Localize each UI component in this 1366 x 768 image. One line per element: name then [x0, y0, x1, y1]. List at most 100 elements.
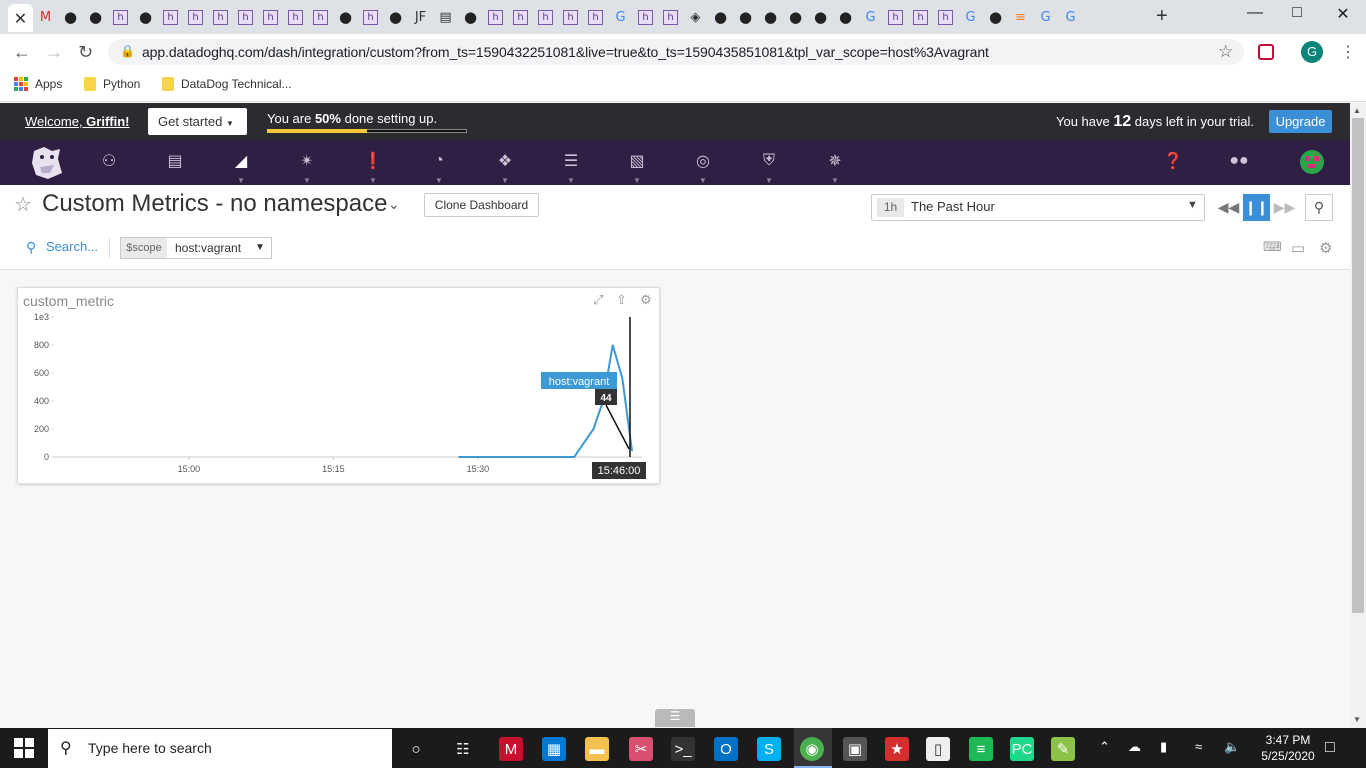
welcome-link[interactable]: Welcome, Griffin!	[25, 114, 130, 129]
tab-google-icon[interactable]: G	[608, 6, 633, 28]
get-started-button[interactable]: Get started ▼	[148, 108, 247, 135]
tv-mode-icon[interactable]: ▭	[1291, 239, 1305, 257]
tab-heroku-icon[interactable]: h	[233, 6, 258, 28]
infrastructure-icon[interactable]: ✴	[296, 150, 318, 172]
scroll-down-icon[interactable]: ▼	[1353, 715, 1361, 724]
terminal-icon[interactable]: >_	[671, 737, 695, 761]
tab-github-icon[interactable]: ●	[83, 6, 108, 28]
new-tab-icon[interactable]: +	[1156, 5, 1168, 28]
bookmark-datadog-technical[interactable]: DataDog Technical...	[162, 77, 292, 91]
pycharm-icon[interactable]: PC	[1010, 737, 1034, 761]
binoculars-icon[interactable]: ⚇	[98, 150, 120, 172]
caret-down-icon[interactable]: ▼	[1187, 199, 1198, 211]
bookmark-apps[interactable]: Apps	[14, 77, 62, 91]
mcafee-icon[interactable]: M	[499, 737, 523, 761]
tab-reader-icon[interactable]: ▤	[433, 6, 458, 28]
tab-github-icon[interactable]: ●	[808, 6, 833, 28]
help-icon[interactable]: ❓	[1162, 150, 1184, 172]
gear-icon[interactable]: ⚙	[1319, 239, 1332, 257]
scrollbar-thumb[interactable]	[1352, 118, 1364, 613]
bookmark-python[interactable]: Python	[84, 77, 140, 91]
tab-stackoverflow-icon[interactable]: ≡	[1008, 6, 1033, 28]
tab-heroku-icon[interactable]: h	[258, 6, 283, 28]
datadog-logo-icon[interactable]	[30, 143, 64, 181]
chevron-down-icon[interactable]: ⌄	[388, 196, 400, 213]
tab-github-icon[interactable]: ●	[733, 6, 758, 28]
tab-github-icon[interactable]: ●	[383, 6, 408, 28]
tab-heroku-icon[interactable]: h	[308, 6, 333, 28]
notifications-icon[interactable]: □	[1325, 739, 1335, 757]
scope-variable-value[interactable]: host:vagrant	[175, 241, 241, 255]
pause-button[interactable]: ❙❙	[1243, 194, 1270, 221]
tab-google-icon[interactable]: G	[1033, 6, 1058, 28]
tab-google-icon[interactable]: G	[858, 6, 883, 28]
team-icon[interactable]: ●●	[1228, 150, 1250, 172]
tab-heroku-icon[interactable]: h	[933, 6, 958, 28]
integrations-puzzle-icon[interactable]: ❖	[494, 150, 516, 172]
apm-gauge-icon[interactable]: ◔	[428, 150, 450, 172]
skype-icon[interactable]: S	[757, 737, 781, 761]
security-shield-icon[interactable]: ⛨	[758, 150, 780, 172]
zoom-search-icon[interactable]: ⚲	[1305, 194, 1333, 221]
timeseries-chart[interactable]: 1e3 800 600 400 200 0 15:00 15:15 15:30 host:vagr…	[17, 310, 660, 484]
tab-github-icon[interactable]: ●	[133, 6, 158, 28]
close-window-icon[interactable]: ✕	[1321, 4, 1365, 24]
synthetics-icon[interactable]: ◎	[692, 150, 714, 172]
lock-icon[interactable]: 🔒	[120, 44, 135, 58]
chrome-icon[interactable]: ◉	[800, 737, 824, 761]
tab-heroku-icon[interactable]: h	[633, 6, 658, 28]
caret-down-icon[interactable]: ▼	[255, 242, 265, 253]
forward-icon[interactable]: →	[45, 42, 63, 63]
fast-forward-icon[interactable]: ▶▶	[1271, 194, 1298, 221]
outlook-icon[interactable]: O	[714, 737, 738, 761]
onedrive-cloud-icon[interactable]: ☁	[1128, 739, 1141, 755]
spotify-icon[interactable]: ≡	[969, 737, 993, 761]
extension-icon[interactable]	[1258, 44, 1274, 60]
snip-icon[interactable]: ✂	[629, 737, 653, 761]
tab-heroku-icon[interactable]: h	[508, 6, 533, 28]
taskbar-search-placeholder[interactable]: Type here to search	[88, 740, 212, 756]
network-tool-icon[interactable]: ▣	[843, 737, 867, 761]
minimize-icon[interactable]: —	[1233, 4, 1277, 22]
tab-github-icon[interactable]: ●	[333, 6, 358, 28]
reload-icon[interactable]: ↻	[78, 42, 93, 63]
store-icon[interactable]: ▦	[542, 737, 566, 761]
gear-icon[interactable]: ⚙	[640, 292, 652, 308]
tab-heroku-icon[interactable]: h	[533, 6, 558, 28]
tab-diamond-icon[interactable]: ◈	[683, 6, 708, 28]
tab-heroku-icon[interactable]: h	[558, 6, 583, 28]
monitors-alert-icon[interactable]: ❗	[362, 150, 384, 172]
drawer-handle-icon[interactable]: ☰	[655, 709, 695, 727]
file-icon[interactable]: ▯	[926, 737, 950, 761]
file-explorer-icon[interactable]: ▬	[585, 737, 609, 761]
dashboard-chart-icon[interactable]: ◢	[230, 150, 252, 172]
task-view-icon[interactable]: ☷	[451, 737, 475, 761]
chevron-up-icon[interactable]: ⌃	[1099, 739, 1110, 755]
tab-github-icon[interactable]: ●	[458, 6, 483, 28]
search-widgets-link[interactable]: Search...	[46, 239, 98, 254]
app-red-icon[interactable]: ★	[885, 737, 909, 761]
notebook-icon[interactable]: ▧	[626, 150, 648, 172]
export-icon[interactable]: ⇧	[616, 292, 627, 308]
maximize-icon[interactable]: □	[1275, 4, 1319, 22]
wifi-icon[interactable]: ≈	[1195, 739, 1202, 754]
keyboard-icon[interactable]: ⌨	[1263, 239, 1282, 255]
tab-github-icon[interactable]: ●	[783, 6, 808, 28]
watchdog-icon[interactable]: ✵	[824, 150, 846, 172]
cortana-icon[interactable]: ○	[404, 737, 428, 761]
profile-avatar[interactable]: G	[1301, 41, 1323, 63]
tab-heroku-icon[interactable]: h	[183, 6, 208, 28]
expand-icon[interactable]: ⤢	[593, 292, 603, 308]
tab-heroku-icon[interactable]: h	[483, 6, 508, 28]
tab-heroku-icon[interactable]: h	[358, 6, 383, 28]
tab-jf-icon[interactable]: JF	[408, 6, 433, 28]
tab-google-icon[interactable]: G	[958, 6, 983, 28]
dashboard-title[interactable]: Custom Metrics - no namespace	[42, 190, 387, 218]
volume-icon[interactable]: 🔈	[1224, 739, 1240, 755]
tab-heroku-icon[interactable]: h	[158, 6, 183, 28]
url-text[interactable]: app.datadoghq.com/dash/integration/custo…	[142, 44, 989, 60]
rewind-icon[interactable]: ◀◀	[1215, 194, 1242, 221]
tab-github-icon[interactable]: ●	[708, 6, 733, 28]
tab-github-icon[interactable]: ●	[58, 6, 83, 28]
tab-github-icon[interactable]: ●	[833, 6, 858, 28]
